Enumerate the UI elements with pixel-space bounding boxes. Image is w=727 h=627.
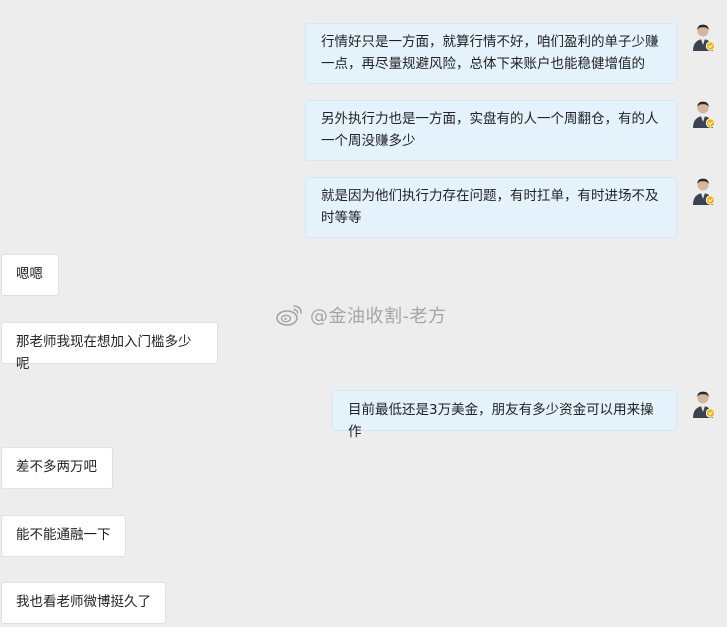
message-bubble-outgoing: 行情好只是一方面，就算行情不好，咱们盈利的单子少赚一点，再尽量规避风险，总体下来… <box>305 23 677 84</box>
weibo-watermark: @金油收割-老方 <box>276 301 447 329</box>
teacher-avatar-icon <box>690 175 716 205</box>
verified-badge-icon <box>705 41 716 51</box>
message-bubble-incoming: 那老师我现在想加入门槛多少呢 <box>1 322 218 372</box>
teacher-avatar-icon <box>690 98 716 128</box>
watermark-text: @金油收割-老方 <box>310 306 447 327</box>
message-bubble-incoming: 我也看老师微博挺久了 <box>1 582 166 624</box>
message-bubble-outgoing: 目前最低还是3万美金，朋友有多少资金可以用来操作 <box>332 390 677 440</box>
sender-avatar[interactable] <box>690 175 716 205</box>
message-bubble-incoming: 能不能通融一下 <box>1 515 126 557</box>
teacher-avatar-icon <box>690 21 716 51</box>
verified-badge-icon <box>705 118 716 128</box>
teacher-avatar-icon <box>690 388 716 418</box>
verified-badge-icon <box>705 195 716 205</box>
verified-badge-icon <box>705 408 716 418</box>
message-bubble-incoming: 差不多两万吧 <box>1 447 113 489</box>
message-bubble-outgoing: 就是因为他们执行力存在问题，有时扛单，有时进场不及时等等 <box>305 177 677 238</box>
sender-avatar[interactable] <box>690 388 716 418</box>
sender-avatar[interactable] <box>690 98 716 128</box>
sender-avatar[interactable] <box>690 21 716 51</box>
message-bubble-outgoing: 另外执行力也是一方面，实盘有的人一个周翻仓，有的人一个周没赚多少 <box>305 100 677 161</box>
weibo-icon <box>276 305 302 326</box>
message-bubble-incoming: 嗯嗯 <box>1 254 59 296</box>
